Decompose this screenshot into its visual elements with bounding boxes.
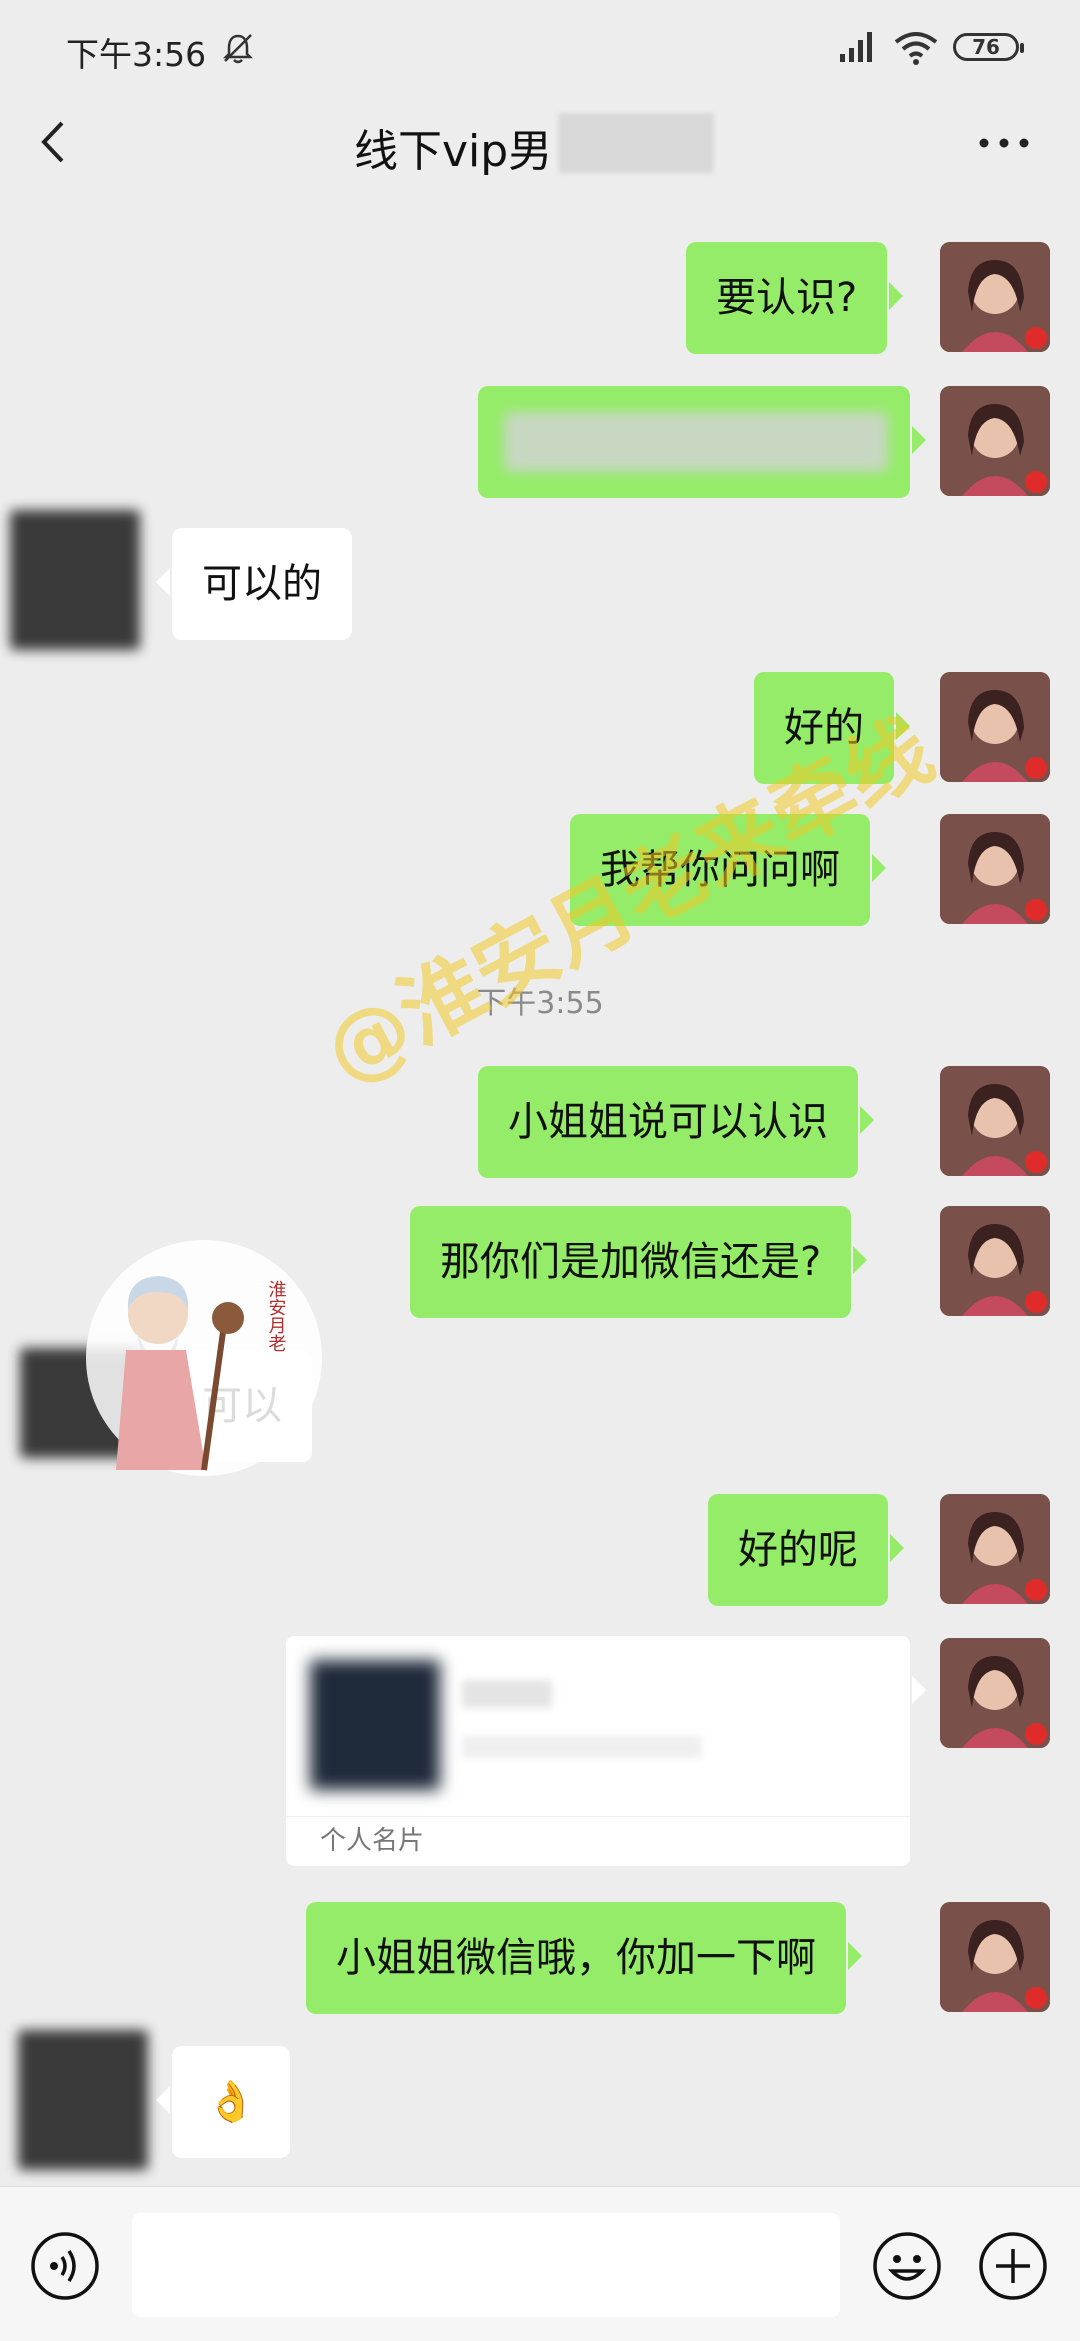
avatar[interactable] (940, 386, 1050, 496)
message-text: 小姐姐说可以认识 (508, 1099, 828, 1145)
avatar[interactable] (940, 1638, 1050, 1748)
avatar-photo (940, 1494, 1050, 1604)
avatar[interactable] (940, 672, 1050, 782)
message-text: 小姐姐微信哦，你加一下啊 (336, 1935, 816, 1981)
avatar-photo (940, 1066, 1050, 1176)
avatar[interactable] (940, 1902, 1050, 2012)
message-text: 可以的 (202, 561, 322, 607)
svg-text:淮安月老: 淮安月老 (266, 1280, 287, 1352)
avatar-photo (940, 672, 1050, 782)
old-man-illustration: 淮安月老 (116, 1276, 287, 1471)
message-bubble[interactable]: 小姐姐说可以认识 (478, 1066, 874, 1178)
signal-icon (840, 32, 872, 62)
avatar-photo (940, 386, 1050, 496)
avatar[interactable] (940, 1494, 1050, 1604)
status-bar: 下午3:56 76 (0, 0, 1080, 95)
message-bubble[interactable]: 小姐姐微信哦，你加一下啊 (306, 1902, 862, 2014)
card-divider (286, 1816, 910, 1817)
card-avatar-redacted (310, 1660, 440, 1790)
avatar-photo (940, 814, 1050, 924)
message-bubble[interactable]: 要认识? (686, 242, 904, 354)
message-bubble[interactable]: 那你们是加微信还是? (410, 1206, 868, 1318)
message-bubble[interactable]: 可以的 (156, 528, 352, 640)
contact-avatar[interactable] (10, 510, 140, 650)
message-input[interactable] (132, 2213, 840, 2317)
matchmaker-seal-logo: 淮安月老 (86, 1240, 322, 1476)
battery-indicator: 76 (953, 33, 1024, 61)
contact-avatar[interactable] (18, 2030, 148, 2170)
avatar-photo (940, 1902, 1050, 2012)
avatar-photo (940, 1206, 1050, 1316)
message-bubble[interactable]: 好的呢 (708, 1494, 904, 1606)
redacted-content (504, 412, 888, 472)
card-name-redacted (462, 1680, 552, 1708)
avatar[interactable] (940, 1206, 1050, 1316)
back-arrow-icon[interactable] (32, 117, 78, 167)
status-time: 下午3:56 (66, 35, 207, 74)
message-bubble[interactable]: 👌 (156, 2046, 290, 2158)
avatar-photo (940, 1638, 1050, 1748)
message-text: 要认识? (716, 275, 858, 321)
card-id-redacted (462, 1736, 702, 1758)
avatar[interactable] (940, 814, 1050, 924)
avatar-photo (940, 242, 1050, 352)
chat-header: 线下vip男 (0, 95, 1080, 190)
message-text: 👌 (206, 2079, 256, 2125)
avatar[interactable] (940, 1066, 1050, 1176)
emoji-icon[interactable] (872, 2231, 942, 2301)
chat-title: 线下vip男 (354, 126, 553, 177)
redacted-name (558, 113, 714, 173)
card-label: 个人名片 (320, 1826, 425, 1856)
input-bar (0, 2186, 1080, 2341)
bell-muted-icon (222, 34, 254, 64)
wifi-icon (894, 32, 938, 65)
voice-input-icon[interactable] (30, 2231, 100, 2301)
plus-icon[interactable] (978, 2231, 1048, 2301)
more-options-icon[interactable] (976, 135, 1032, 151)
avatar[interactable] (940, 242, 1050, 352)
message-bubble-redacted[interactable] (478, 386, 926, 498)
message-text: 好的呢 (738, 1527, 858, 1573)
message-text: 那你们是加微信还是? (440, 1239, 822, 1285)
contact-card[interactable]: 个人名片 (286, 1636, 926, 1866)
